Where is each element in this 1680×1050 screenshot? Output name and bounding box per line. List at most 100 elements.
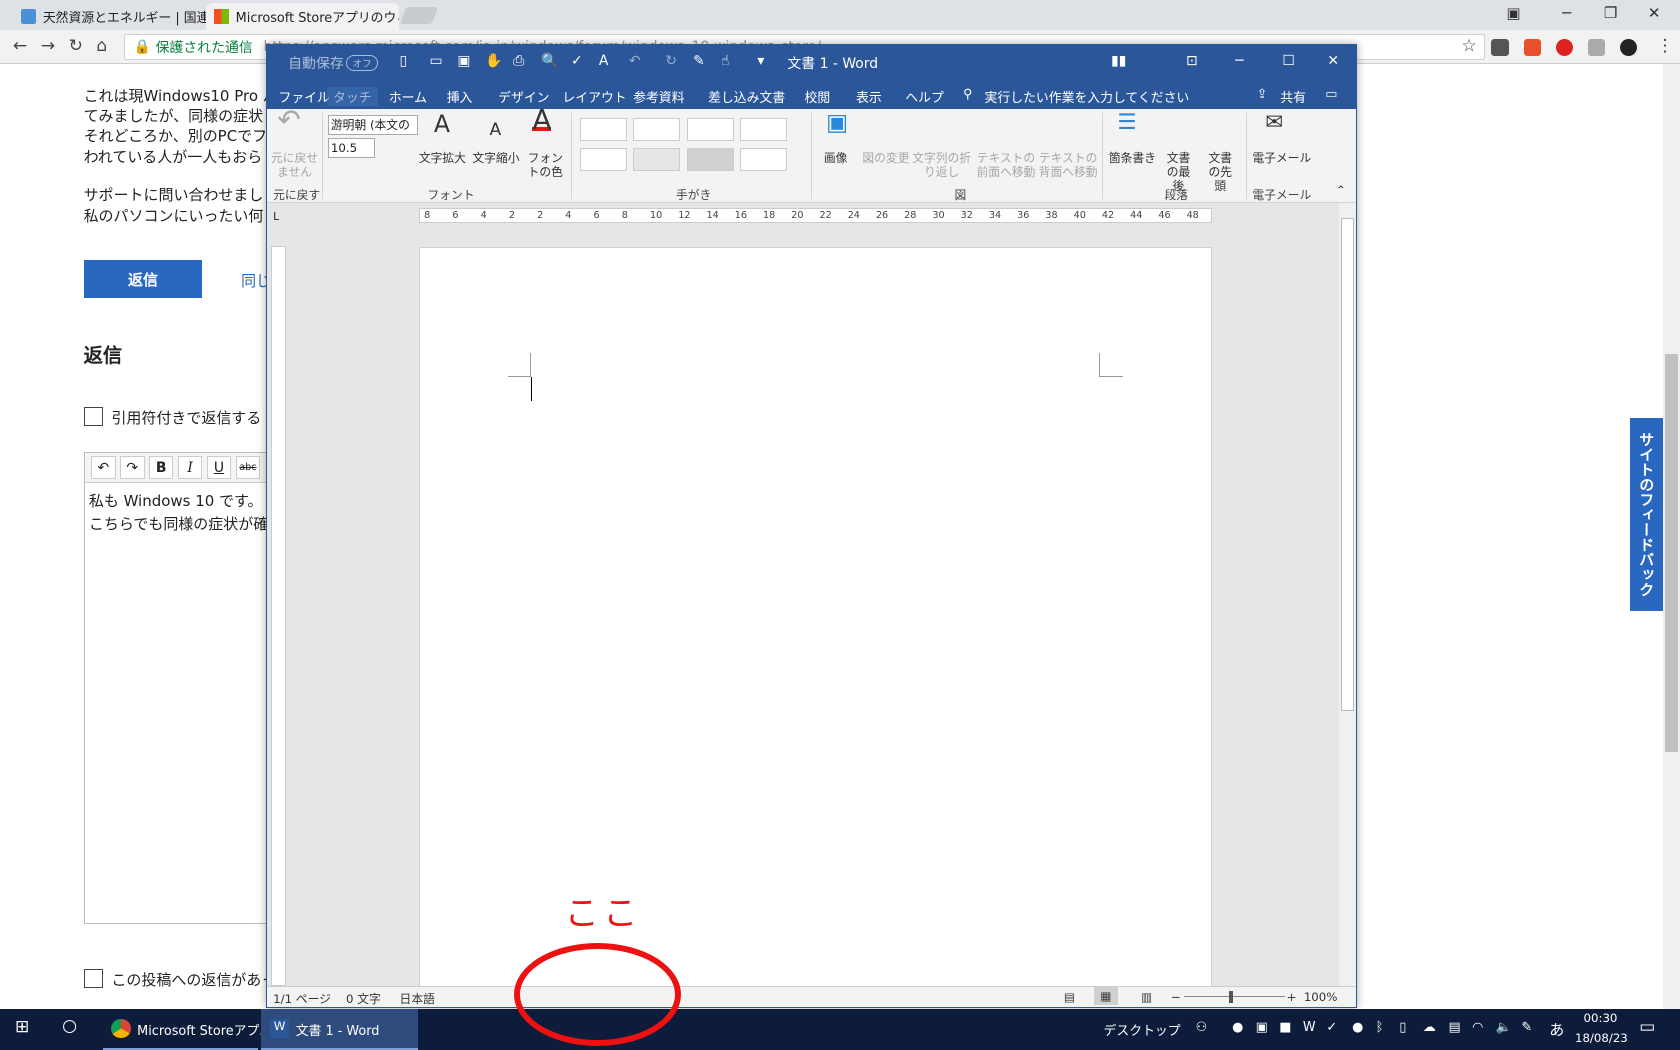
tab-touch[interactable]: タッチ xyxy=(326,86,379,106)
tray-icon-1[interactable]: ● xyxy=(1232,1020,1243,1035)
tray-icon-6[interactable]: ● xyxy=(1352,1020,1363,1035)
home-icon[interactable]: ⌂ xyxy=(96,36,107,56)
read-mode-icon[interactable]: ▤ xyxy=(1064,990,1075,1004)
extension-gray-icon[interactable] xyxy=(1587,38,1605,56)
tray-icon-4[interactable]: W xyxy=(1303,1020,1316,1035)
bold-button[interactable]: B xyxy=(148,455,174,480)
ink-pen-6[interactable] xyxy=(740,147,788,172)
reload-icon[interactable]: ↻ xyxy=(69,36,83,56)
ime-indicator[interactable]: あ xyxy=(1549,1019,1564,1040)
maximize-icon[interactable]: ❐ xyxy=(1604,4,1617,22)
quote-reply-checkbox[interactable] xyxy=(83,407,103,427)
reply-editor[interactable]: ↶ ↷ B I U abc 私も Windows 10 です。 こちらでも同様の… xyxy=(83,452,277,924)
site-feedback-tab[interactable]: サイトのフィードバック xyxy=(1629,417,1664,611)
taskbar-chrome-item[interactable]: Microsoft Storeアプ... xyxy=(102,1009,272,1050)
clock-time[interactable]: 00:30 xyxy=(1584,1011,1618,1025)
back-icon[interactable]: ← xyxy=(13,36,27,56)
change-picture-button[interactable]: 図の変更 xyxy=(862,151,909,166)
word-vertical-scrollbar[interactable] xyxy=(1339,203,1357,986)
font-name-combo[interactable]: 游明朝 (本文の xyxy=(327,114,418,135)
language-status[interactable]: 日本語 xyxy=(400,990,435,1007)
share-button[interactable]: 共有 xyxy=(1280,87,1306,106)
volume-icon[interactable]: 🔈 xyxy=(1496,1020,1512,1035)
extension-dark-icon[interactable] xyxy=(1619,38,1638,56)
tab-home[interactable]: ホーム xyxy=(389,87,427,106)
extension-red-icon[interactable] xyxy=(1555,38,1573,56)
tell-me-input[interactable]: 実行したい作業を入力してください xyxy=(985,87,1190,106)
ink-pen-4[interactable] xyxy=(740,117,788,142)
customize-qat-icon[interactable]: ▾ xyxy=(757,53,764,69)
tab-review[interactable]: 校閲 xyxy=(805,87,831,106)
underline-button[interactable]: U xyxy=(206,455,232,480)
forward-icon[interactable]: → xyxy=(41,36,55,56)
extension-icon[interactable] xyxy=(1491,38,1509,56)
word-close-icon[interactable]: ✕ xyxy=(1327,53,1339,69)
zoom-in-icon[interactable]: + xyxy=(1287,990,1297,1004)
pen-icon[interactable]: ✎ xyxy=(1521,1020,1532,1035)
word-maximize-icon[interactable]: ☐ xyxy=(1282,53,1294,69)
undo-icon[interactable]: ↶ xyxy=(629,53,641,69)
undo-label[interactable]: 元に戻せません xyxy=(271,151,318,180)
close-window-icon[interactable]: ✕ xyxy=(1648,4,1661,22)
doc-start-button[interactable]: 文書の先頭 xyxy=(1203,151,1237,194)
collapse-ribbon-icon[interactable]: ⌃ xyxy=(1336,183,1346,198)
horizontal-ruler[interactable]: 8 6 4 2 2 4 6 8 10 12 14 16 18 20 22 24 26 28 30 32 34 36 38 40… xyxy=(418,207,1212,223)
print-layout-icon[interactable]: ▦ xyxy=(1093,986,1118,1005)
zoom-slider[interactable] xyxy=(1183,996,1285,998)
people-icon[interactable]: ⚇ xyxy=(1196,1020,1208,1035)
document-page[interactable] xyxy=(418,247,1212,987)
ink-pen-2[interactable] xyxy=(633,117,681,142)
highlighter-1[interactable] xyxy=(633,147,681,172)
save-icon[interactable]: ▣ xyxy=(457,53,470,69)
office-extension-icon[interactable] xyxy=(1523,38,1541,56)
touch-icon[interactable]: ☝ xyxy=(721,53,729,69)
highlighter-2[interactable] xyxy=(686,147,734,172)
new-tab-button[interactable] xyxy=(399,7,439,25)
redo-button[interactable]: ↷ xyxy=(119,455,145,480)
account-icon[interactable]: ▮▮ xyxy=(1111,53,1126,69)
tab-selector-icon[interactable]: L xyxy=(273,210,279,223)
grow-font-button[interactable]: 文字拡大 xyxy=(419,151,466,166)
notifications-icon[interactable]: ▭ xyxy=(1639,1017,1655,1037)
tab-insert[interactable]: 挿入 xyxy=(447,87,473,106)
tab-help[interactable]: ヘルプ xyxy=(905,87,944,106)
reply-button[interactable]: 返信 xyxy=(83,260,203,298)
cortana-icon[interactable]: ○ xyxy=(62,1016,77,1036)
picture-button[interactable]: 画像 xyxy=(824,151,848,166)
minimize-icon[interactable]: ─ xyxy=(1562,4,1571,22)
bookmark-star-icon[interactable]: ☆ xyxy=(1461,36,1476,56)
draw-icon[interactable]: ✎ xyxy=(693,53,705,69)
italic-button[interactable]: I xyxy=(177,455,203,480)
tab-mailings[interactable]: 差し込み文書 xyxy=(708,87,785,106)
shrink-font-button[interactable]: 文字縮小 xyxy=(472,151,519,166)
autosave-toggle[interactable]: オフ xyxy=(345,54,378,71)
ribbon-display-icon[interactable]: ⊡ xyxy=(1186,53,1198,69)
tray-icon-2[interactable]: ▣ xyxy=(1256,1020,1268,1035)
print-icon[interactable]: ⎙ xyxy=(513,53,524,69)
browser-tab-un-energy[interactable]: 天然資源とエネルギー | 国連 ✕ xyxy=(12,3,206,30)
word-scrollbar-thumb[interactable] xyxy=(1341,218,1355,712)
undo-button[interactable]: ↶ xyxy=(90,455,116,480)
tab-layout[interactable]: レイアウト xyxy=(562,87,626,106)
network-icon[interactable]: ▤ xyxy=(1449,1020,1461,1035)
ink-pen-1[interactable] xyxy=(579,117,627,142)
usb-icon[interactable]: ▯ xyxy=(1399,1020,1406,1035)
bluetooth-icon[interactable]: ᛒ xyxy=(1376,1020,1384,1035)
open-icon[interactable]: ▭ xyxy=(430,53,443,69)
notify-checkbox[interactable] xyxy=(83,968,103,988)
share-icon[interactable]: ⇪ xyxy=(1257,87,1268,102)
email-button[interactable]: 電子メール xyxy=(1252,151,1311,166)
word-minimize-icon[interactable]: ─ xyxy=(1235,53,1243,69)
word-count[interactable]: 0 文字 xyxy=(346,990,381,1007)
browser-tab-microsoft-store[interactable]: Microsoft Storeアプリのウィ ✕ xyxy=(205,3,399,30)
onedrive-icon[interactable]: ☁ xyxy=(1423,1020,1436,1035)
new-doc-icon[interactable]: ▯ xyxy=(400,53,408,69)
redo-icon[interactable]: ↻ xyxy=(665,53,677,69)
font-size-combo[interactable]: 10.5 xyxy=(327,138,375,159)
bullets-button[interactable]: 箇条書き xyxy=(1109,151,1156,166)
windows-start-icon[interactable]: ⊞ xyxy=(15,1017,29,1037)
taskbar-word-item[interactable]: W 文書 1 - Word xyxy=(261,1009,418,1050)
zoom-level[interactable]: 100% xyxy=(1304,990,1338,1004)
read-aloud-icon[interactable]: A xyxy=(599,53,609,69)
ink-pen-5[interactable] xyxy=(579,147,627,172)
